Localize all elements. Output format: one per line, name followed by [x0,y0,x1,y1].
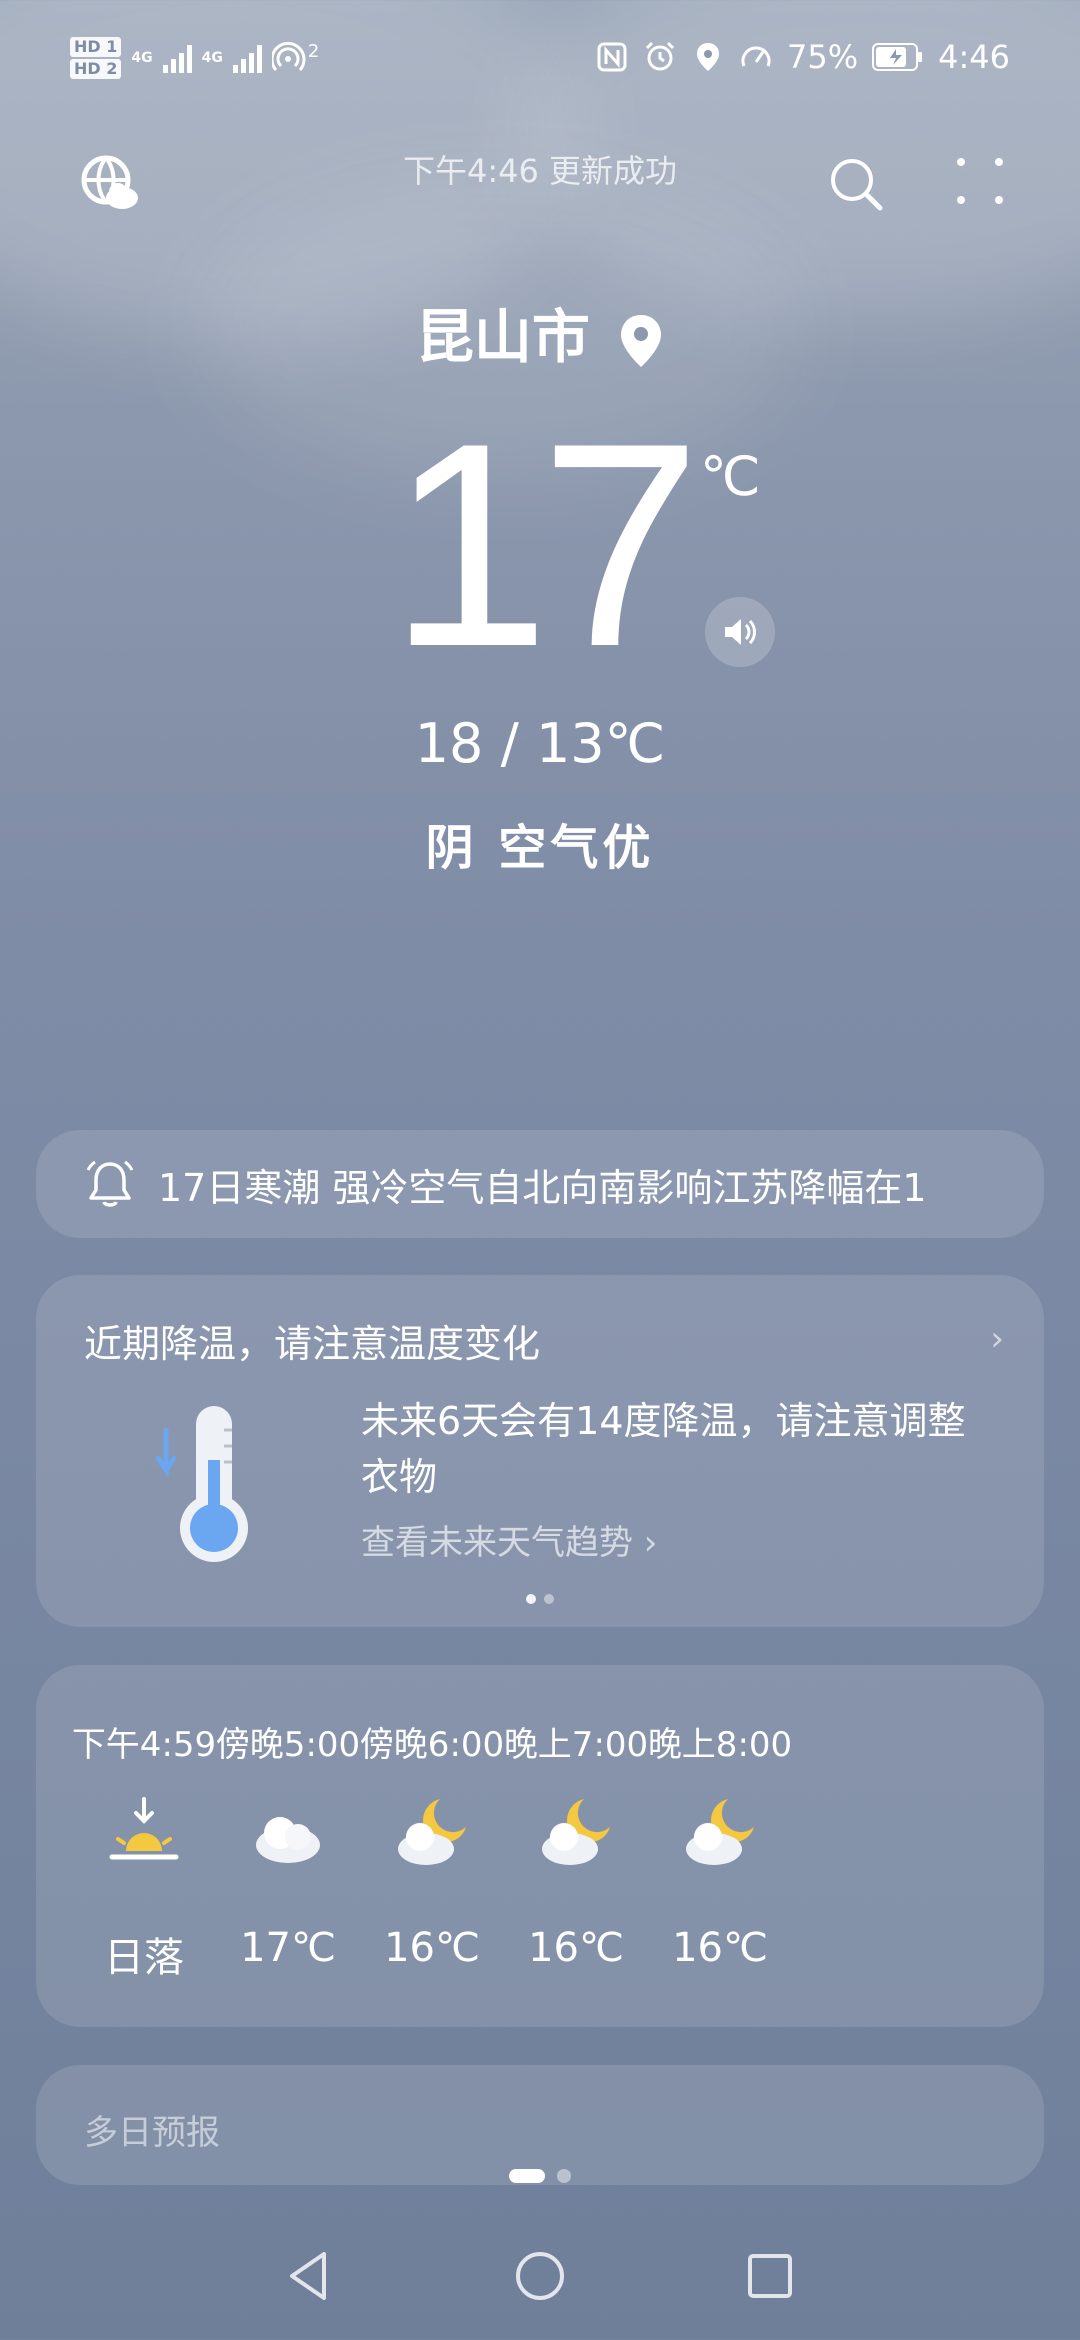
sim-indicator: HD 1 HD 2 [70,36,122,80]
speed-icon [741,46,771,67]
weather-alert-banner[interactable]: 17日寒潮 强冷空气自北向南影响江苏降幅在1 [36,1130,1044,1238]
hourly-forecast-card[interactable]: 下午4:59 日落 傍晚5:00 17℃ 傍晚6:00 16℃ 晚上7:00 1… [36,1665,1044,2027]
update-status: 下午4:46 更新成功 [402,152,678,190]
current-temperature: 17 [388,383,702,707]
cloudy-night-icon [542,1799,610,1865]
search-icon[interactable] [826,154,886,214]
battery-icon [872,43,923,71]
temperature-tip-card[interactable]: 近期降温，请注意温度变化 › 未来6天会有14度降温，请注意调整衣物 查看未来天… [36,1275,1044,1627]
recents-icon[interactable] [738,2244,802,2308]
temperature-range: 18 / 13℃ [414,712,666,775]
forecast-trend-link[interactable]: 查看未来天气趋势 › [361,1515,657,1564]
sunset-icon [109,1797,179,1860]
page-indicator [0,2165,1080,2184]
home-icon[interactable] [508,2244,572,2308]
location-pin-icon [621,314,662,367]
clock: 4:46 [938,38,1010,76]
tip-description: 未来6天会有14度降温，请注意调整衣物 [361,1399,966,1499]
battery-percent: 75% [787,38,859,76]
cloudy-night-icon [686,1799,754,1865]
hourly-item[interactable]: 晚上8:00 16℃ [612,1665,828,2027]
signal-icon [162,43,192,73]
alarm-icon [645,41,675,71]
location-icon [697,43,720,71]
nfc-icon [597,42,627,72]
bell-icon [86,1160,134,1207]
alert-text: 17日寒潮 强冷空气自北向南影响江苏降幅在1 [158,1165,927,1210]
sim2-label: HD 2 [70,59,122,79]
sim1-label: HD 1 [70,37,122,57]
city-name: 昆山市 [415,303,590,371]
page-dot-active [509,2168,545,2183]
hotspot-count: 2 [307,40,320,62]
page-dot [557,2168,571,2183]
chevron-right-icon: › [990,1319,1004,1359]
cloudy-icon [256,1817,320,1863]
forecast-trend-label: 查看未来天气趋势 [361,1523,633,1563]
hourly-value: 16℃ [672,1925,768,1971]
daily-forecast-label: 多日预报 [84,2113,220,2153]
network-type-2: 4G [201,50,223,66]
back-icon[interactable] [278,2244,342,2308]
navigation-bar [0,2240,1080,2320]
thermometer-icon [155,1406,248,1562]
temperature-unit: ℃ [700,445,761,508]
network-type-1: 4G [131,50,153,66]
speaker-icon [725,619,756,645]
weather-condition: 阴 空气优 [425,820,655,876]
chevron-right-icon: › [633,1523,658,1563]
tip-title: 近期降温，请注意温度变化 [84,1322,541,1366]
speaker-button[interactable] [705,597,775,667]
hourly-time: 晚上8:00 [647,1725,793,1765]
top-bar: 下午4:46 更新成功 [0,140,1080,230]
cloudy-night-icon [398,1799,466,1865]
carousel-dots [36,1589,1044,1608]
city-title[interactable]: 昆山市 [0,290,1080,374]
signal-icon [232,43,262,73]
status-bar: HD 1 HD 2 4G 4G 2 75% 4:46 [0,30,1080,90]
more-icon[interactable] [955,156,1005,206]
hotspot-icon [271,41,306,71]
